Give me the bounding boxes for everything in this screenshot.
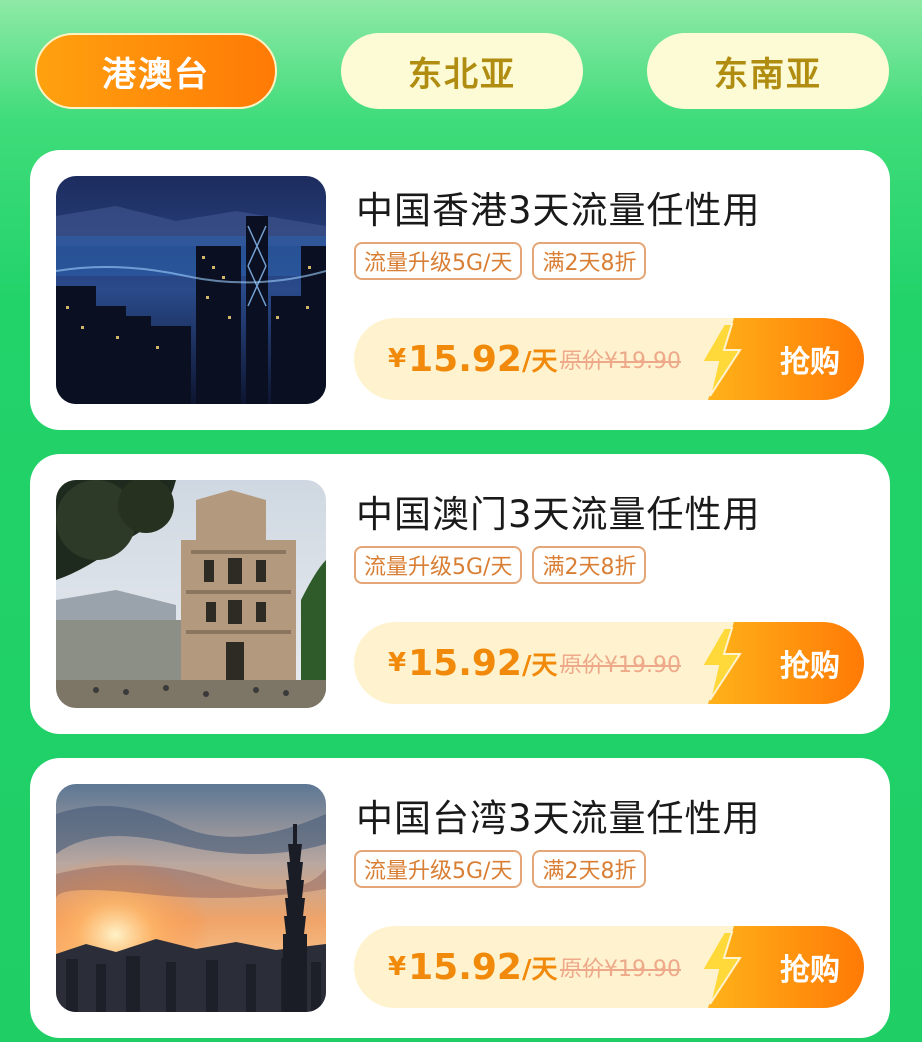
tab-southeast-asia[interactable]: 东南亚 <box>647 33 889 109</box>
buy-button-label: 抢购 <box>780 953 840 988</box>
tag-5g-upgrade: 流量升级5G/天 <box>354 546 523 584</box>
tag-discount: 满2天8折 <box>532 850 647 888</box>
product-tags: 流量升级5G/天 满2天8折 <box>354 242 647 280</box>
price-value: 15.92 <box>408 642 522 684</box>
product-card-taiwan[interactable]: 中国台湾3天流量任性用 流量升级5G/天 满2天8折 ¥ 15.92 /天 原价… <box>30 758 890 1038</box>
price-value: 15.92 <box>408 338 522 380</box>
price: ¥ 15.92 /天 <box>388 318 557 400</box>
buy-button[interactable]: 抢购 <box>694 318 864 400</box>
tab-hk-macau-taiwan[interactable]: 港澳台 <box>35 33 277 109</box>
price-unit: /天 <box>521 954 558 985</box>
currency-symbol: ¥ <box>388 952 407 982</box>
buy-button[interactable]: 抢购 <box>694 622 864 704</box>
lightning-icon <box>700 931 742 1005</box>
product-title: 中国澳门3天流量任性用 <box>356 493 761 536</box>
tag-discount: 满2天8折 <box>532 546 647 584</box>
tag-5g-upgrade: 流量升级5G/天 <box>354 850 523 888</box>
region-tabs: 港澳台 东北亚 东南亚 <box>0 0 922 120</box>
price: ¥ 15.92 /天 <box>388 622 557 704</box>
original-price: 原价¥19.90 <box>560 957 681 982</box>
currency-symbol: ¥ <box>388 648 407 678</box>
tag-5g-upgrade: 流量升级5G/天 <box>354 242 523 280</box>
currency-symbol: ¥ <box>388 344 407 374</box>
tag-discount: 满2天8折 <box>532 242 647 280</box>
original-price: 原价¥19.90 <box>560 653 681 678</box>
product-tags: 流量升级5G/天 满2天8折 <box>354 850 647 888</box>
tab-northeast-asia[interactable]: 东北亚 <box>341 33 583 109</box>
price-unit: /天 <box>521 650 558 681</box>
buy-button-label: 抢购 <box>780 649 840 684</box>
product-card-hong-kong[interactable]: 中国香港3天流量任性用 流量升级5G/天 满2天8折 ¥ 15.92 /天 原价… <box>30 150 890 430</box>
product-card-macau[interactable]: 中国澳门3天流量任性用 流量升级5G/天 满2天8折 ¥ 15.92 /天 原价… <box>30 454 890 734</box>
lightning-icon <box>700 323 742 397</box>
lightning-icon <box>700 627 742 701</box>
taipei-101-sunset-photo <box>56 784 326 1012</box>
original-price: 原价¥19.90 <box>560 349 681 374</box>
price: ¥ 15.92 /天 <box>388 926 557 1008</box>
price-value: 15.92 <box>408 946 522 988</box>
buy-bar: ¥ 15.92 /天 原价¥19.90 抢购 <box>354 318 864 400</box>
price-unit: /天 <box>521 346 558 377</box>
buy-button-label: 抢购 <box>780 345 840 380</box>
buy-button[interactable]: 抢购 <box>694 926 864 1008</box>
product-title: 中国台湾3天流量任性用 <box>356 797 761 840</box>
hong-kong-night-skyline-photo <box>56 176 326 404</box>
product-title: 中国香港3天流量任性用 <box>356 189 761 232</box>
macau-st-pauls-ruins-photo <box>56 480 326 708</box>
buy-bar: ¥ 15.92 /天 原价¥19.90 抢购 <box>354 926 864 1008</box>
product-tags: 流量升级5G/天 满2天8折 <box>354 546 647 584</box>
buy-bar: ¥ 15.92 /天 原价¥19.90 抢购 <box>354 622 864 704</box>
